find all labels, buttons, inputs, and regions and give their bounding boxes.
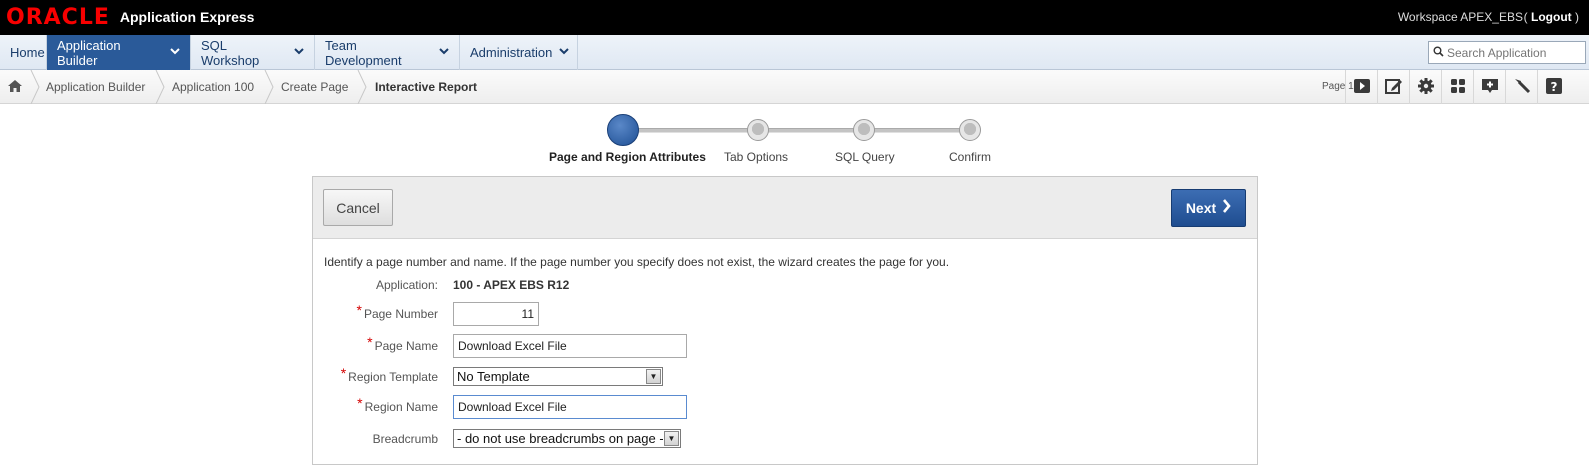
menu-sql-workshop-label: SQL Workshop [201,37,260,68]
dropdown-arrow-icon: ▼ [646,369,661,384]
breadcrumb-bar: Application Builder Application 100 Crea… [0,70,1589,104]
menu-sql-workshop[interactable]: SQL Workshop [191,35,315,70]
menu-home-label: Home [10,45,45,60]
help-icon: ? [1545,77,1563,98]
dropdown-arrow-icon: ▼ [664,431,679,446]
wizard-step-4-label: Confirm [949,150,992,164]
wizard-step-1-label: Page and Region Attributes [549,150,706,164]
menu-administration[interactable]: Administration [460,35,578,70]
wizard-instruction-text: Identify a page number and name. If the … [324,255,950,269]
wizard-step-3-label: SQL Query [835,150,895,164]
page-name-label: * Page Name [367,334,438,353]
breadcrumb-selected: - do not use breadcrumbs on page - [457,431,663,446]
menu-administration-label: Administration [470,45,553,60]
help-button[interactable]: ? [1537,70,1569,104]
wizard-progress-line [633,128,973,133]
oracle-logo-text: ORACLE [6,4,110,30]
home-icon [7,79,23,96]
menu-application-builder-label: Application Builder [57,37,121,68]
breadcrumb-create-page[interactable]: Create Page [281,70,348,104]
chevron-right-icon [1222,199,1231,217]
breadcrumb-separator [357,70,367,104]
logout-link[interactable]: Logout [1531,10,1572,24]
wizard-step-4-marker [959,119,981,141]
top-header: ORACLE Application Express Workspace APE… [0,0,1589,35]
page-name-field[interactable] [453,334,687,358]
breadcrumb-current: Interactive Report [375,80,478,94]
oracle-apex-logo: ORACLE Application Express [6,4,254,30]
search-icon [1433,46,1444,60]
chevron-down-icon [294,47,304,58]
required-indicator: * [340,365,347,381]
run-page-icon [1353,78,1371,97]
app-express-title: Application Express [119,9,255,25]
search-application-box[interactable] [1428,41,1586,64]
breadcrumb-separator [30,70,40,104]
chevron-down-icon [439,47,449,58]
create-button[interactable] [1473,70,1505,104]
menu-application-builder[interactable]: Application Builder [47,35,191,70]
page-number-field[interactable] [453,302,539,326]
logout-wrapper: ( Logout ) [1523,10,1579,24]
application-value: 100 - APEX EBS R12 [453,278,570,292]
region-template-label: * Region Template [340,365,438,384]
developer-tools-icon [1513,77,1531,98]
edit-icon [1384,78,1403,97]
breadcrumb-application-builder[interactable]: Application Builder [46,70,145,104]
wizard-step-2-label: Tab Options [724,150,789,164]
breadcrumb-application-100[interactable]: Application 100 [172,70,254,104]
wizard-step-2-marker [747,119,769,141]
edit-page-button[interactable] [1377,70,1409,104]
required-indicator: * [356,302,362,318]
region-name-label: * Region Name [357,395,438,414]
wizard-form-region: Cancel Next Identify a page number and n… [312,176,1258,465]
settings-button[interactable] [1409,70,1441,104]
required-indicator: * [367,334,373,350]
breadcrumb-separator [264,70,274,104]
next-button[interactable]: Next [1171,189,1246,227]
wizard-step-3-marker [853,119,875,141]
menu-team-development[interactable]: Team Development [315,35,460,70]
chevron-down-icon [170,47,180,58]
breadcrumb-separator [155,70,165,104]
home-button[interactable] [0,70,30,104]
workspace-label: Workspace APEX_EBS [1397,10,1523,24]
wizard-button-bar: Cancel Next [313,177,1257,239]
run-page-button[interactable] [1345,70,1377,104]
region-template-select[interactable]: No Template ▼ [453,367,663,386]
shared-components-icon [1450,78,1466,97]
search-application-input[interactable] [1447,45,1577,60]
next-button-label: Next [1185,200,1217,216]
developer-tools-button[interactable] [1505,70,1537,104]
menu-home[interactable]: Home [0,35,47,70]
svg-text:?: ? [1550,80,1557,94]
region-template-selected: No Template [457,369,530,384]
shared-components-button[interactable] [1441,70,1473,104]
main-menu-bar: Home Application Builder SQL Workshop Te… [0,35,1589,70]
gear-icon [1417,77,1435,98]
page-number-label: * Page Number [356,302,439,321]
chevron-down-icon [559,47,570,58]
wizard-step-1-marker [607,114,639,146]
required-indicator: * [357,395,363,411]
breadcrumb-select[interactable]: - do not use breadcrumbs on page - ▼ [453,429,681,448]
menu-team-development-label: Team Development [325,37,402,68]
cancel-button[interactable]: Cancel [323,189,393,226]
create-icon [1481,77,1499,98]
region-name-field[interactable] [453,395,687,419]
